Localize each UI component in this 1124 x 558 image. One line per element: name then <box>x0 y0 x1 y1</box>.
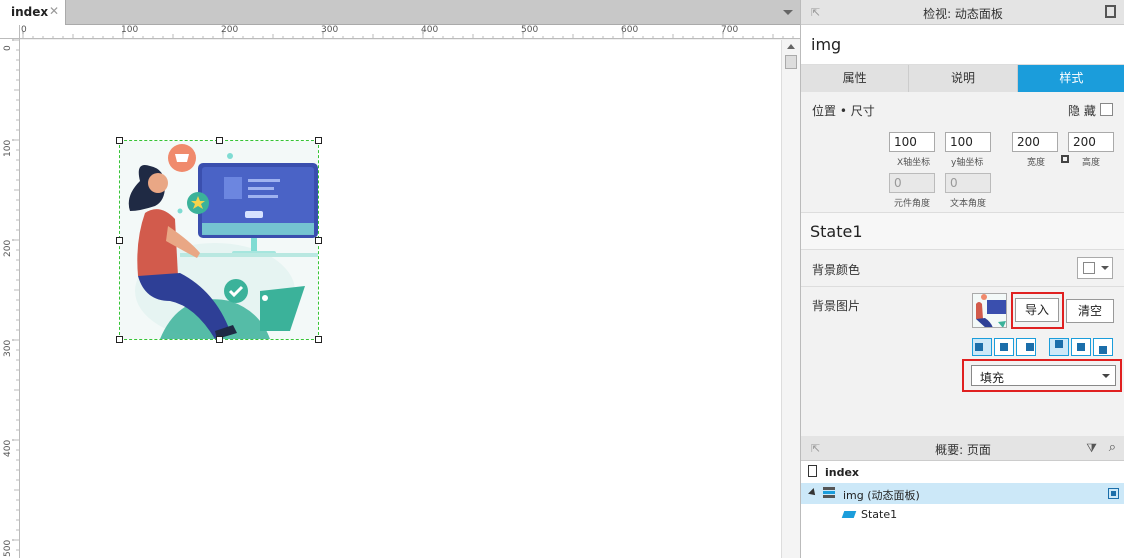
close-icon[interactable]: ✕ <box>49 4 59 18</box>
rotation-caption: 元件角度 <box>894 199 931 209</box>
expand-triangle-icon[interactable] <box>808 488 818 498</box>
lock-aspect-icon[interactable] <box>1061 155 1069 163</box>
ruler-label: 500 <box>521 25 539 35</box>
tab-label: index <box>11 5 49 19</box>
ruler-label: 200 <box>3 239 13 257</box>
ruler-label: 600 <box>621 25 639 35</box>
ruler-label: 100 <box>121 25 139 35</box>
dynamic-panel-widget[interactable] <box>116 137 322 343</box>
ruler-label: 500 <box>3 539 13 557</box>
widget-name: img <box>811 35 842 54</box>
ruler-label: 200 <box>221 25 239 35</box>
vertical-ruler: 0 100 200 300 400 500 <box>0 39 20 558</box>
inspector-header: ⇱ 检视: 动态面板 <box>801 0 1124 25</box>
page-notes-icon[interactable] <box>1105 5 1116 18</box>
resize-handle-se[interactable] <box>315 336 322 343</box>
widget-name-field[interactable]: img <box>801 25 1124 65</box>
tree-item-state1[interactable]: State1 <box>801 504 1124 525</box>
inspector-tabs: 属性 说明 样式 <box>801 65 1124 92</box>
outline-title: 概要: 页面 <box>935 443 991 457</box>
hidden-label: 隐 藏 <box>1068 104 1096 118</box>
state-name: State1 <box>810 222 863 241</box>
tab-index[interactable]: index ✕ <box>0 0 66 25</box>
ruler-label: 700 <box>721 25 739 35</box>
ruler-label: 400 <box>3 439 13 457</box>
resize-handle-sw[interactable] <box>116 336 123 343</box>
resize-handle-ne[interactable] <box>315 137 322 144</box>
height-caption: 高度 <box>1082 158 1101 168</box>
bg-color-label: 背景颜色 <box>812 263 861 277</box>
align-right-button[interactable] <box>1016 338 1036 356</box>
text-rotation-caption: 文本角度 <box>950 199 987 209</box>
inspector-panel: ⇱ 检视: 动态面板 img 属性 说明 样式 位置 • 尺寸 隐 藏 100 … <box>800 0 1124 436</box>
resize-handle-e[interactable] <box>315 237 322 244</box>
divider <box>801 286 1124 287</box>
resize-handle-w[interactable] <box>116 237 123 244</box>
chevron-down-icon <box>1101 266 1109 270</box>
align-center-button[interactable] <box>994 338 1014 356</box>
ruler-label: 300 <box>3 339 13 357</box>
tree-item-img[interactable]: img (动态面板) <box>801 483 1124 504</box>
page-tab-bar: index ✕ <box>0 0 800 25</box>
ruler-label: 100 <box>3 139 13 157</box>
illustration-image <box>120 141 318 339</box>
scroll-up-arrow[interactable] <box>787 44 795 49</box>
horizontal-ruler: 0 100 200 300 400 500 600 700 <box>20 25 800 39</box>
state-name-field[interactable]: State1 <box>801 212 1124 250</box>
rotation-input: 0 <box>889 173 935 193</box>
color-swatch <box>1083 262 1095 274</box>
bg-image-label: 背景图片 <box>812 299 861 313</box>
tab-properties[interactable]: 属性 <box>801 65 910 92</box>
highlight-box <box>962 359 1122 392</box>
state-icon <box>841 511 857 518</box>
outline-panel: ⇱ 概要: 页面 ⧩ ⌕ index img (动态面板) State1 <box>800 436 1124 558</box>
outline-header: ⇱ 概要: 页面 ⧩ ⌕ <box>801 436 1124 461</box>
x-input[interactable]: 100 <box>889 132 935 152</box>
tree-item-label: State1 <box>861 508 898 521</box>
y-input[interactable]: 100 <box>945 132 991 152</box>
bg-image-thumbnail <box>972 293 1007 328</box>
vertical-scrollbar[interactable] <box>781 40 800 558</box>
ruler-label: 0 <box>3 45 13 51</box>
ruler-label: 0 <box>21 25 27 35</box>
tree-item-page[interactable]: index <box>801 462 1124 483</box>
dynamic-panel-icon <box>823 487 835 498</box>
widget-type-icon <box>1108 488 1119 499</box>
resize-handle-n[interactable] <box>216 137 223 144</box>
clear-button[interactable]: 清空 <box>1066 299 1114 323</box>
width-caption: 宽度 <box>1027 158 1046 168</box>
x-caption: X轴坐标 <box>897 158 931 168</box>
inspector-title: 检视: 动态面板 <box>923 7 1003 21</box>
resize-handle-s[interactable] <box>216 336 223 343</box>
page-name: index <box>825 466 860 479</box>
resize-handle-nw[interactable] <box>116 137 123 144</box>
highlight-box <box>1011 292 1064 329</box>
width-input[interactable]: 200 <box>1012 132 1058 152</box>
page-icon <box>808 465 817 477</box>
ruler-label: 300 <box>321 25 339 35</box>
align-middle-button[interactable] <box>1071 338 1091 356</box>
editor-area: index ✕ 0 100 200 300 400 500 600 700 0 … <box>0 0 800 558</box>
bg-color-picker[interactable] <box>1077 257 1113 279</box>
ruler-label: 400 <box>421 25 439 35</box>
search-icon[interactable]: ⌕ <box>1109 440 1116 455</box>
chevron-down-icon[interactable] <box>783 10 793 15</box>
height-input[interactable]: 200 <box>1068 132 1114 152</box>
tab-style[interactable]: 样式 <box>1017 65 1124 92</box>
tree-item-label: img (动态面板) <box>843 489 920 502</box>
tab-notes[interactable]: 说明 <box>909 65 1018 92</box>
ruler-corner <box>0 25 20 39</box>
align-top-button[interactable] <box>1049 338 1069 356</box>
y-caption: y轴坐标 <box>951 158 984 168</box>
position-size-label: 位置 • 尺寸 <box>812 104 875 118</box>
align-bottom-button[interactable] <box>1093 338 1113 356</box>
hidden-checkbox[interactable] <box>1100 103 1113 116</box>
text-rotation-input: 0 <box>945 173 991 193</box>
align-left-button[interactable] <box>972 338 992 356</box>
scroll-thumb[interactable] <box>785 55 797 69</box>
filter-icon[interactable]: ⧩ <box>1086 441 1097 456</box>
